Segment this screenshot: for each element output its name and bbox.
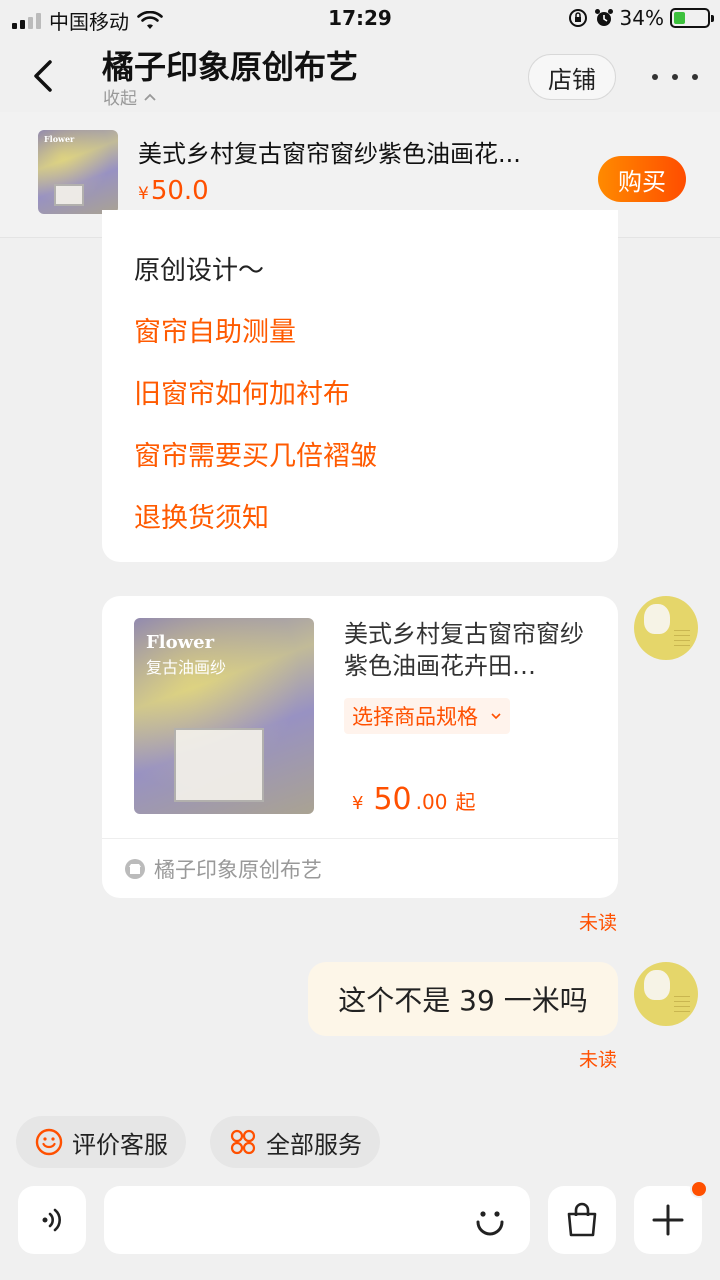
price-value: 50.0	[150, 176, 209, 206]
currency-symbol: ¥	[352, 793, 364, 814]
link-returns[interactable]: 退换货须知	[134, 496, 269, 535]
product-card-title[interactable]: 美式乡村复古窗帘窗纱紫色油画花卉田…	[344, 618, 594, 682]
thumbnail-prop	[54, 184, 84, 206]
product-title[interactable]: 美式乡村复古窗帘窗纱紫色油画花...	[138, 134, 568, 169]
product-card-brand-sub: 复古油画纱	[146, 658, 227, 677]
unread-status: 未读	[579, 912, 618, 934]
link-pleats[interactable]: 窗帘需要买几倍褶皱	[134, 434, 377, 473]
product-card-price: ¥ 50.00 起	[352, 782, 475, 817]
input-bar	[0, 1180, 720, 1280]
divider	[102, 838, 618, 839]
battery-icon	[670, 8, 714, 28]
links-intro: 原创设计～	[134, 256, 265, 286]
status-right: 34%	[568, 6, 714, 30]
collapse-toggle[interactable]: 收起	[103, 84, 157, 109]
message-bubble[interactable]: 这个不是 39 一米吗	[308, 962, 618, 1036]
store-button[interactable]: 店铺	[528, 54, 616, 100]
link-measure[interactable]: 窗帘自助测量	[134, 310, 296, 349]
chevron-down-icon	[491, 713, 501, 720]
back-icon[interactable]	[28, 56, 60, 96]
product-card-brand: Flower	[146, 632, 215, 653]
lock-rotation-icon	[568, 9, 587, 27]
grid-icon	[230, 1129, 256, 1155]
alarm-icon	[594, 9, 613, 26]
page-title: 橘子印象原创布艺	[102, 48, 359, 86]
plus-icon	[652, 1204, 684, 1236]
buy-button[interactable]: 购买	[598, 156, 686, 202]
status-bar: 中国移动 17:29 34%	[0, 0, 720, 36]
avatar[interactable]	[634, 596, 698, 660]
all-services-label: 全部服务	[266, 1130, 362, 1159]
price-integer: 50	[373, 782, 412, 817]
avatar[interactable]	[634, 962, 698, 1026]
product-picker-button[interactable]	[548, 1186, 616, 1254]
voice-button[interactable]	[18, 1186, 86, 1254]
voice-icon	[42, 1208, 61, 1232]
product-card-shop[interactable]: 橘子印象原创布艺	[124, 854, 322, 884]
select-spec-label: 选择商品规格	[352, 705, 478, 729]
chevron-up-icon	[144, 93, 156, 101]
shop-icon	[125, 859, 145, 879]
price-decimal: .00	[415, 790, 448, 814]
product-card-prop	[174, 728, 264, 802]
thumbnail-brand: Flower	[44, 134, 75, 144]
shopping-bag-icon	[567, 1202, 597, 1237]
message-input[interactable]	[104, 1186, 530, 1254]
link-lining[interactable]: 旧窗帘如何加衬布	[134, 372, 350, 411]
rate-service-chip[interactable]: 评价客服	[16, 1116, 186, 1168]
select-spec-button[interactable]: 选择商品规格	[344, 698, 510, 734]
chat-header: 橘子印象原创布艺 收起 店铺	[0, 36, 720, 112]
collapse-label: 收起	[103, 89, 137, 109]
unread-status: 未读	[579, 1049, 618, 1071]
product-thumbnail[interactable]: Flower	[38, 130, 118, 214]
more-icon[interactable]	[652, 62, 698, 92]
all-services-chip[interactable]: 全部服务	[210, 1116, 380, 1168]
product-message-card[interactable]: Flower 复古油画纱 美式乡村复古窗帘窗纱紫色油画花卉田… 选择商品规格 ¥…	[102, 596, 618, 898]
product-card-image[interactable]: Flower 复古油画纱	[134, 618, 314, 814]
notification-dot	[690, 1180, 708, 1198]
shop-name: 橘子印象原创布艺	[154, 858, 322, 882]
battery-percent: 34%	[619, 6, 664, 30]
product-price: ¥50.0	[138, 176, 209, 206]
more-actions-button[interactable]	[634, 1180, 708, 1254]
currency-symbol: ¥	[138, 184, 149, 204]
rate-service-label: 评价客服	[72, 1130, 168, 1159]
price-suffix: 起	[455, 790, 476, 814]
links-message-card: 原创设计～ 窗帘自助测量 旧窗帘如何加衬布 窗帘需要买几倍褶皱 退换货须知	[102, 210, 618, 562]
emoji-icon[interactable]	[470, 1200, 510, 1240]
smile-icon	[35, 1128, 63, 1156]
